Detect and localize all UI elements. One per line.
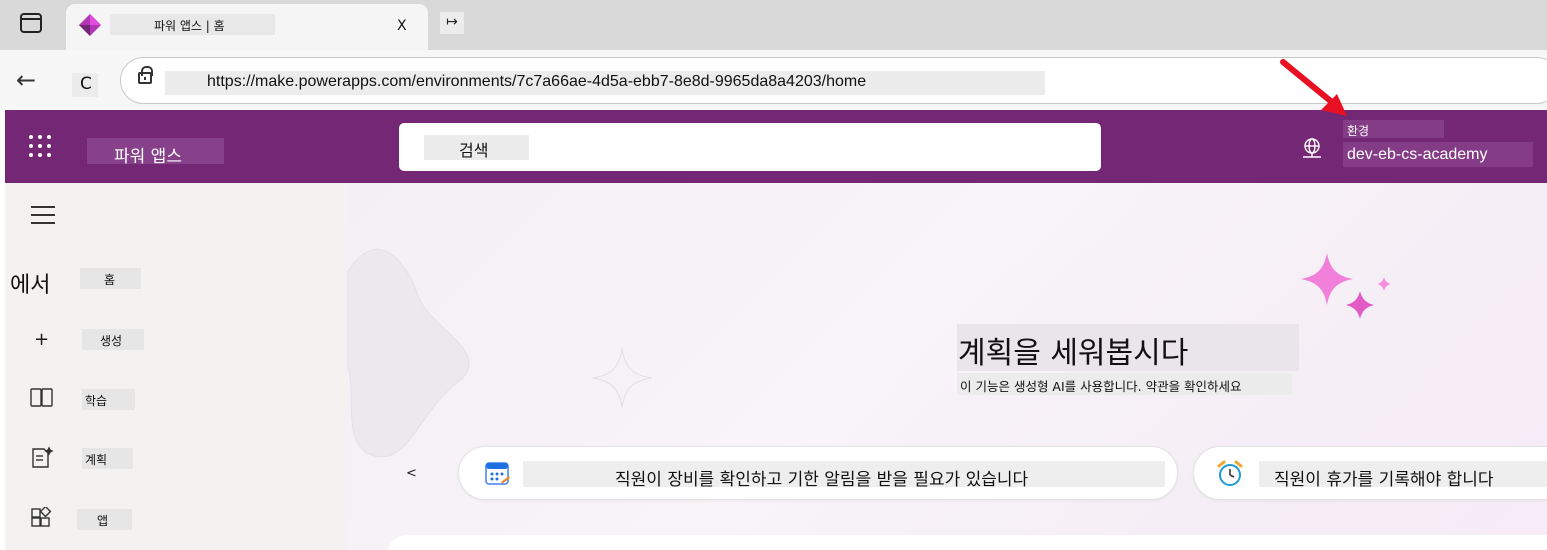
plus-icon: + (34, 329, 50, 350)
browser-tab[interactable]: 파워 앱스 | 홈 X (66, 4, 428, 50)
app-launcher-icon[interactable] (29, 135, 51, 157)
lock-icon[interactable] (138, 66, 153, 84)
main-content: 계획을 세워봅시다 이 기능은 생성형 AI를 사용합니다. 약관을 확인하세요… (347, 183, 1547, 550)
suggestion-card[interactable]: 직원이 휴가를 기록해야 합니다 (1193, 446, 1547, 500)
ai-sparkle-icon (1301, 253, 1391, 319)
sidebar-item-label: 계획 (85, 453, 108, 467)
browser-tab-strip: 파워 앱스 | 홈 X ↦ (0, 0, 1547, 50)
search-box[interactable]: 검색 (399, 123, 1101, 171)
app-name[interactable]: 파워 앱스 (114, 142, 182, 167)
sidebar: 에서 홈 + 생성 학습 계획 앱 (5, 183, 347, 550)
sidebar-item-label: 생성 (100, 334, 123, 348)
powerapps-logo-icon (79, 14, 101, 36)
search-placeholder[interactable]: 검색 (459, 137, 488, 161)
tab-close-button[interactable]: X (397, 18, 407, 34)
globe-icon[interactable] (1300, 136, 1324, 160)
sidebar-item-label: 홈 (104, 273, 116, 287)
plan-icon (32, 446, 54, 468)
environment-name[interactable]: dev-eb-cs-academy (1347, 146, 1488, 164)
sidebar-item-learn[interactable]: 학습 (5, 376, 347, 420)
prompt-input-card[interactable] (387, 535, 1547, 550)
sidebar-item-create[interactable]: + 생성 (5, 317, 347, 361)
sidebar-item-plan[interactable]: 계획 (5, 436, 347, 480)
apps-icon (31, 507, 52, 527)
refresh-button[interactable]: C (80, 74, 92, 94)
sidebar-item-label: 앱 (97, 514, 109, 528)
suggestion-text[interactable]: 직원이 휴가를 기록해야 합니다 (1274, 465, 1494, 490)
suggestion-card[interactable]: 직원이 장비를 확인하고 기한 알림을 받을 필요가 있습니다 (458, 446, 1178, 500)
hamburger-menu-icon[interactable] (31, 206, 55, 224)
suggestion-text[interactable]: 직원이 장비를 확인하고 기한 알림을 받을 필요가 있습니다 (615, 465, 1028, 490)
alarm-clock-icon (1217, 460, 1243, 486)
red-arrow-icon (1280, 59, 1347, 116)
back-button[interactable]: ← (16, 68, 36, 92)
tab-actions-icon[interactable] (20, 13, 42, 33)
sidebar-item-label: 학습 (85, 394, 108, 408)
page-subtitle: 이 기능은 생성형 AI를 사용합니다. 약관을 확인하세요 (960, 379, 1242, 394)
sidebar-item-home[interactable]: 홈 (5, 256, 347, 300)
decorative-shape-icon (347, 248, 470, 458)
url-text[interactable]: https://make.powerapps.com/environments/… (207, 73, 866, 91)
page-title: 계획을 세워봅시다 (958, 336, 1189, 371)
sidebar-item-apps[interactable]: 앱 (5, 497, 347, 541)
tab-title: 파워 앱스 | 홈 (154, 19, 225, 33)
sparkle-icon (591, 347, 653, 409)
calendar-icon (485, 462, 510, 485)
book-icon (30, 388, 53, 407)
previous-button[interactable]: < (406, 466, 417, 481)
new-tab-button[interactable]: ↦ (440, 12, 464, 34)
